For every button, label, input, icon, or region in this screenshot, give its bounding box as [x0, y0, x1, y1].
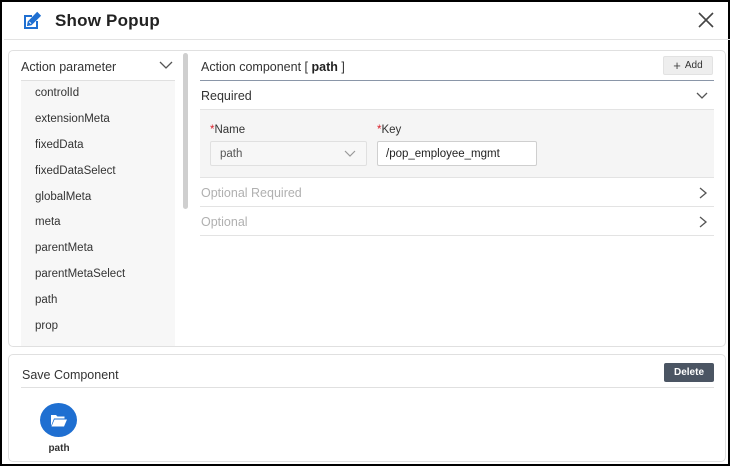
section-optional-required-label: Optional Required: [201, 186, 302, 200]
action-parameter-list: controlId extensionMeta fixedData fixedD…: [21, 81, 175, 346]
popup-window: Show Popup Action parameter controlId ex…: [0, 0, 730, 466]
add-button[interactable]: + Add: [663, 56, 713, 75]
section-optional[interactable]: Optional: [200, 207, 714, 236]
list-item[interactable]: fixedData: [21, 133, 175, 159]
close-icon[interactable]: [694, 8, 718, 32]
action-parameter-column: Action parameter controlId extensionMeta…: [9, 51, 181, 346]
action-parameter-label: Action parameter: [21, 60, 117, 74]
edit-icon: [24, 11, 42, 29]
saved-component-label: path: [48, 443, 70, 454]
chevron-down-icon[interactable]: [159, 60, 173, 70]
section-required[interactable]: Required: [200, 81, 714, 110]
save-component-header: Save Component Delete: [21, 355, 714, 388]
delete-button[interactable]: Delete: [664, 363, 714, 382]
page-title: Show Popup: [55, 11, 160, 30]
list-item[interactable]: parentMeta: [21, 236, 175, 262]
action-component-name: path: [311, 60, 338, 74]
section-required-label: Required: [201, 89, 252, 103]
list-item[interactable]: parentMetaSelect: [21, 262, 175, 288]
name-select-value: path: [220, 148, 243, 160]
popup-header: Show Popup: [4, 4, 730, 40]
saved-component-item[interactable]: path: [39, 401, 79, 459]
list-item[interactable]: meta: [21, 210, 175, 236]
plus-icon: +: [673, 57, 681, 73]
key-field-label: *Key: [377, 124, 402, 136]
action-component-column: Action component [ path ] + Add Required…: [200, 51, 714, 346]
action-component-header: Action component [ path ] + Add: [200, 51, 714, 81]
chevron-down-icon: [344, 150, 356, 157]
chevron-down-icon[interactable]: [696, 92, 708, 100]
save-component-title: Save Component: [22, 368, 119, 382]
chevron-right-icon[interactable]: [698, 187, 708, 199]
list-item[interactable]: controlId: [21, 81, 175, 107]
add-button-label: Add: [684, 60, 703, 71]
scrollbar[interactable]: [183, 53, 188, 209]
required-fields: *Name *Key path: [200, 110, 714, 178]
list-item[interactable]: fixedDataSelect: [21, 159, 175, 185]
section-optional-label: Optional: [201, 215, 248, 229]
action-component-title: Action component [ path ]: [201, 60, 345, 74]
folder-open-icon: [40, 403, 77, 437]
name-field-label: *Name: [210, 124, 246, 136]
section-optional-required[interactable]: Optional Required: [200, 178, 714, 207]
key-input[interactable]: [377, 141, 537, 166]
list-item[interactable]: prop: [21, 314, 175, 340]
action-panel: Action parameter controlId extensionMeta…: [8, 50, 726, 347]
action-parameter-header[interactable]: Action parameter: [21, 51, 175, 81]
list-item[interactable]: path: [21, 288, 175, 314]
name-select[interactable]: path: [210, 141, 367, 166]
list-item[interactable]: globalMeta: [21, 185, 175, 211]
list-item[interactable]: extensionMeta: [21, 107, 175, 133]
save-component-panel: Save Component Delete path: [8, 354, 726, 462]
chevron-right-icon[interactable]: [698, 216, 708, 228]
